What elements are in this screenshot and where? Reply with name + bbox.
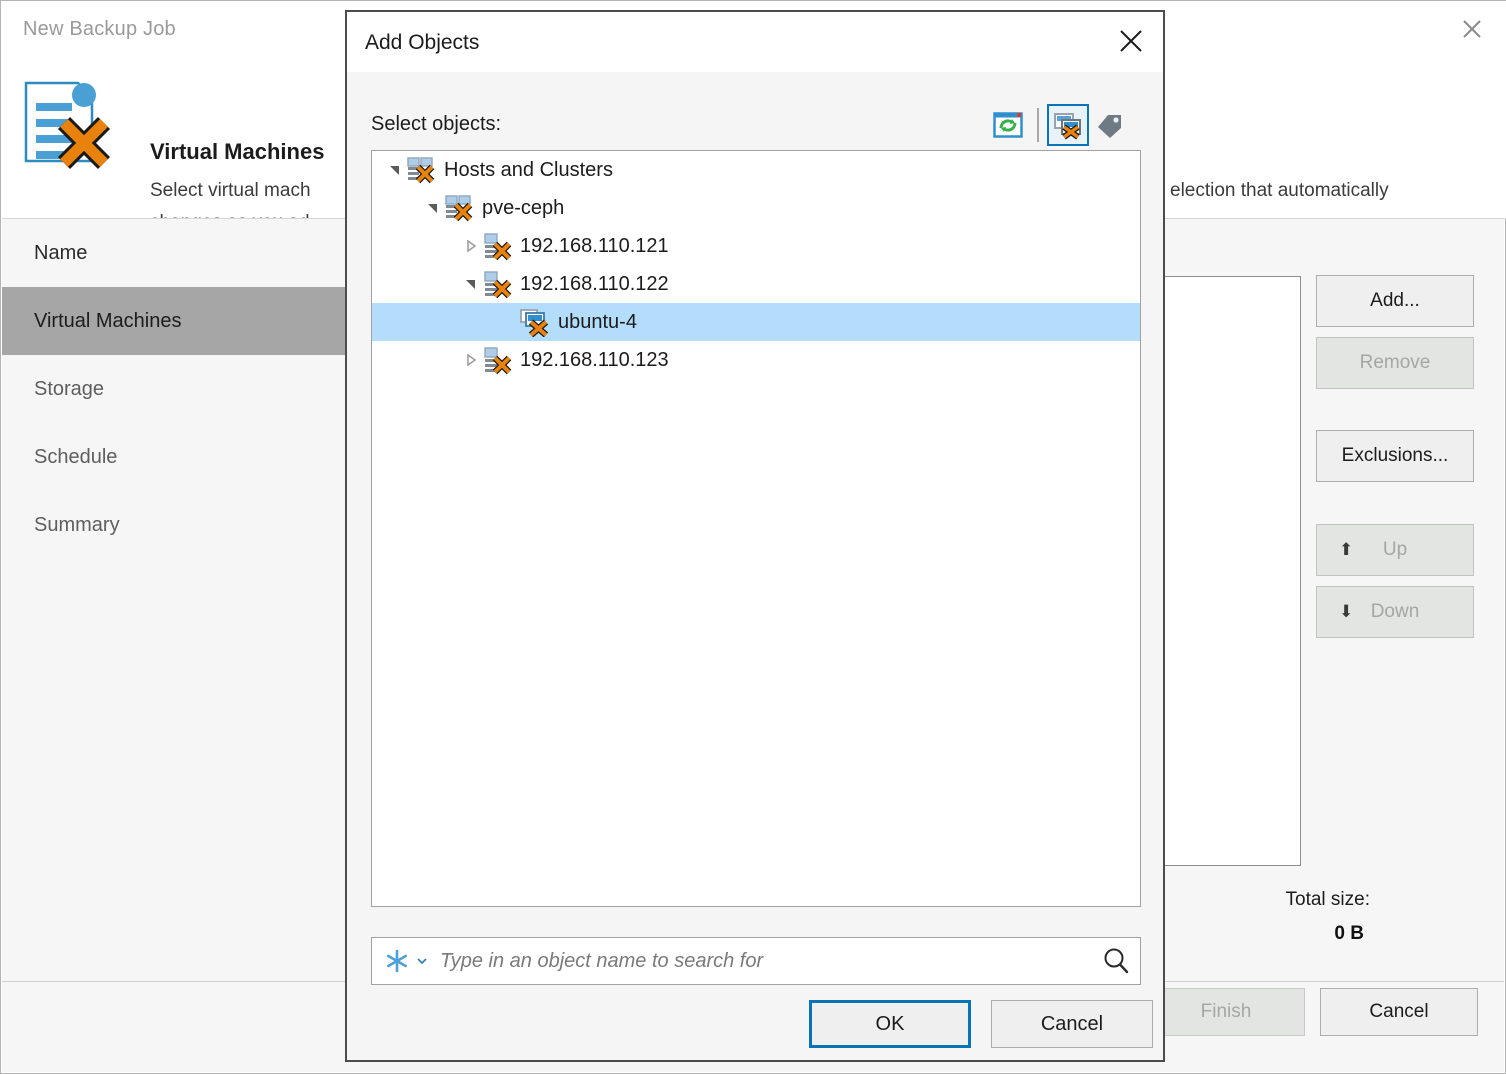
down-arrow-icon: ⬇ (1339, 602, 1354, 621)
twisty-expanded-icon[interactable] (384, 151, 406, 189)
search-icon (1104, 948, 1129, 974)
objects-tree[interactable]: Hosts and Clusters pve-ceph 192.168.110.… (371, 150, 1141, 907)
chevron-down-icon[interactable] (414, 955, 430, 967)
dialog-cancel-button[interactable]: Cancel (991, 1000, 1153, 1048)
vm-icon (520, 307, 550, 337)
cluster-folder-icon (406, 155, 436, 185)
move-up-label: Up (1382, 539, 1408, 560)
hosts-and-clusters-view-icon (1054, 113, 1081, 140)
wizard-cancel-button[interactable]: Cancel (1320, 988, 1478, 1036)
search-button[interactable] (1092, 946, 1140, 976)
sidebar-item-name[interactable]: Name (2, 219, 346, 287)
host-icon (482, 345, 512, 375)
window-title: New Backup Job (23, 18, 176, 40)
refresh-button[interactable] (987, 104, 1029, 146)
tree-row[interactable]: Hosts and Clusters (372, 151, 1140, 189)
tree-row[interactable]: ubuntu-4 (372, 303, 1140, 341)
tags-view-button[interactable] (1089, 104, 1131, 146)
add-objects-dialog: Add Objects Select objects: Hosts and Cl… (345, 10, 1165, 1062)
sidebar-item-schedule[interactable]: Schedule (2, 423, 346, 491)
dialog-titlebar: Add Objects (347, 12, 1163, 72)
sidebar-item-storage[interactable]: Storage (2, 355, 346, 423)
dialog-toolbar (987, 104, 1131, 146)
screen: New Backup Job Virtual Machines Select v… (0, 0, 1506, 1074)
object-actions-buttons: Add... Remove Exclusions... ⬆ Up ⬇ Down (1316, 275, 1474, 648)
sidebar-item-summary[interactable]: Summary (2, 491, 346, 559)
hosts-and-clusters-view-button[interactable] (1047, 104, 1089, 146)
remove-button[interactable]: Remove (1316, 337, 1474, 389)
dialog-close-button[interactable] (1105, 18, 1157, 64)
dialog-title: Add Objects (365, 31, 480, 54)
sidebar-item-virtual-machines[interactable]: Virtual Machines (2, 287, 346, 355)
tree-row-label: pve-ceph (482, 197, 565, 219)
tree-row[interactable]: 192.168.110.122 (372, 265, 1140, 303)
twisty-expanded-icon[interactable] (460, 265, 482, 303)
page-title: Virtual Machines (150, 139, 325, 164)
toolbar-separator (1037, 108, 1039, 142)
twisty-collapsed-icon[interactable] (460, 341, 482, 379)
host-icon (482, 231, 512, 261)
tree-row-label: 192.168.110.122 (520, 273, 669, 295)
backup-job-icon (20, 77, 120, 173)
total-size-value: 0 B (1334, 923, 1364, 944)
close-icon (1463, 20, 1481, 38)
total-size-label: Total size: (1285, 889, 1370, 910)
tree-row-label: 192.168.110.123 (520, 349, 669, 371)
select-objects-label: Select objects: (371, 113, 502, 135)
tree-row-label: 192.168.110.121 (520, 235, 669, 257)
refresh-icon (993, 112, 1023, 138)
page-description-right-fragment: election that automatically (1170, 180, 1389, 201)
tree-row-label: Hosts and Clusters (444, 159, 613, 181)
tree-row-label: ubuntu-4 (558, 311, 637, 333)
exclusions-button[interactable]: Exclusions... (1316, 430, 1474, 482)
add-button[interactable]: Add... (1316, 275, 1474, 327)
close-icon (1120, 30, 1142, 52)
object-search-bar[interactable] (371, 937, 1141, 985)
move-down-button[interactable]: ⬇ Down (1316, 586, 1474, 638)
dialog-body: Select objects: Hosts and Clusters pve-c… (347, 72, 1163, 1060)
cluster-folder-icon (444, 193, 474, 223)
twisty-none (498, 303, 520, 341)
wizard-steps-sidebar: Name Virtual Machines Storage Schedule S… (2, 219, 347, 981)
asterisk-icon[interactable] (380, 948, 414, 974)
tree-row[interactable]: 192.168.110.123 (372, 341, 1140, 379)
tree-row[interactable]: 192.168.110.121 (372, 227, 1140, 265)
twisty-collapsed-icon[interactable] (460, 227, 482, 265)
move-up-button[interactable]: ⬆ Up (1316, 524, 1474, 576)
finish-button[interactable]: Finish (1147, 988, 1305, 1036)
ok-button[interactable]: OK (809, 1000, 971, 1048)
up-arrow-icon: ⬆ (1339, 540, 1354, 559)
move-down-label: Down (1370, 601, 1420, 622)
twisty-expanded-icon[interactable] (422, 189, 444, 227)
host-icon (482, 269, 512, 299)
window-close-button[interactable] (1447, 9, 1497, 49)
tree-row[interactable]: pve-ceph (372, 189, 1140, 227)
search-input[interactable] (434, 949, 1092, 973)
tag-view-icon (1098, 115, 1121, 138)
